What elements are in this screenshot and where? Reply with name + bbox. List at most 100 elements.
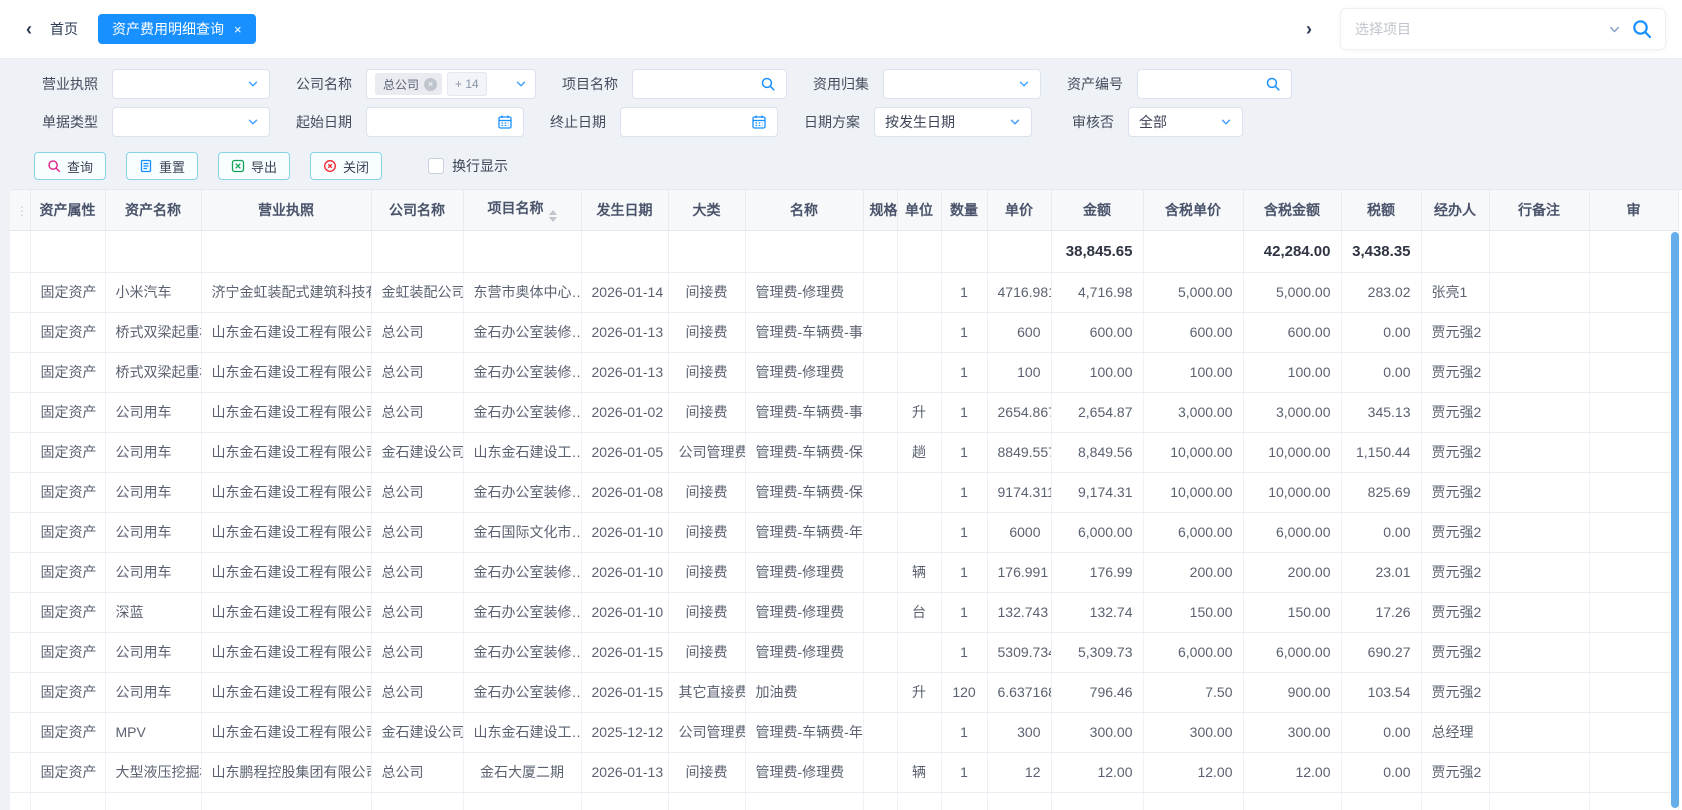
sort-icon[interactable] <box>549 210 557 222</box>
cell-资产名称: 公司用车 <box>105 672 201 712</box>
calendar-icon[interactable] <box>751 114 767 130</box>
cell-资产属性: 固定资产 <box>30 752 105 792</box>
asset-code-input[interactable] <box>1137 69 1292 99</box>
filter-end-date: 终止日期 <box>542 107 778 137</box>
reset-button[interactable]: 重置 <box>126 152 198 180</box>
cell-税额: 0.00 <box>1341 712 1421 752</box>
query-button[interactable]: 查询 <box>34 152 106 180</box>
cell-营业执照: 山东金石建设工程有限公司 <box>201 312 371 352</box>
row-handle-cell <box>10 672 30 712</box>
column-header-项目名称[interactable]: 项目名称 <box>463 190 581 230</box>
vertical-scrollbar[interactable] <box>1671 232 1679 808</box>
business-license-select[interactable] <box>112 69 270 99</box>
filter-label: 公司名称 <box>288 74 352 94</box>
cell-经办人: 贾元强2 <box>1421 512 1489 552</box>
cell-资产属性: 固定资产 <box>30 672 105 712</box>
cell-金额: 600.00 <box>1051 312 1143 352</box>
project-select-input[interactable] <box>1353 20 1598 38</box>
table-row[interactable]: 固定资产深蓝山东金石建设工程有限公司总公司金石办公室装修…2026-01-10间… <box>10 592 1678 632</box>
cell-行备注 <box>1489 552 1589 592</box>
cell-公司名称: 总公司 <box>371 472 463 512</box>
calendar-icon[interactable] <box>497 114 513 130</box>
cell-项目名称: 山东金石建设工… <box>463 712 581 752</box>
tab-close-icon[interactable]: × <box>234 23 242 36</box>
search-icon[interactable] <box>760 76 776 92</box>
expense-collection-select[interactable] <box>883 69 1041 99</box>
cell-大类: 其它直接费 <box>668 672 745 712</box>
row-handle-cell <box>10 632 30 672</box>
table-row[interactable]: 固定资产公司用车山东金石建设工程有限公司总公司金石办公室装修…2026-01-0… <box>10 472 1678 512</box>
cell-营业执照 <box>201 792 371 810</box>
close-button[interactable]: 关闭 <box>310 152 382 180</box>
cell-营业执照: 山东金石建设工程有限公司 <box>201 552 371 592</box>
cell-发生日期 <box>581 230 668 272</box>
cell-行备注 <box>1489 472 1589 512</box>
expense-table: ⋮⋮资产属性资产名称营业执照公司名称项目名称发生日期大类名称规格单位数量单价金额… <box>10 190 1679 810</box>
table-row[interactable]: 固定资产桥式双梁起重机山东金石建设工程有限公司总公司金石办公室装修…2026-0… <box>10 312 1678 352</box>
wrap-display-checkbox[interactable] <box>428 158 444 174</box>
project-name-input[interactable] <box>632 69 787 99</box>
close-button-label: 关闭 <box>343 157 369 176</box>
end-date-input[interactable] <box>620 107 778 137</box>
tab-scroll-left-icon[interactable]: ‹ <box>16 19 42 40</box>
column-header-规格: 规格 <box>863 190 897 230</box>
export-button[interactable]: 导出 <box>218 152 290 180</box>
cell-单价: 2654.867 <box>987 392 1051 432</box>
start-date-input[interactable] <box>366 107 524 137</box>
cell-资产属性: 固定资产 <box>30 312 105 352</box>
cell-单价: 600 <box>987 312 1051 352</box>
column-header-税额: 税额 <box>1341 190 1421 230</box>
search-icon[interactable] <box>1265 76 1281 92</box>
cell-规格 <box>863 472 897 512</box>
table-row[interactable]: 固定资产公司用车山东金石建设工程有限公司总公司金石国际文化市…2026-01-1… <box>10 512 1678 552</box>
cell-单价: 5309.734 <box>987 632 1051 672</box>
table-row[interactable]: 固定资产公司用车山东金石建设工程有限公司总公司金石办公室装修…2026-01-0… <box>10 392 1678 432</box>
table-row[interactable]: 固定资产MPV山东金石建设工程有限公司金石建设公司山东金石建设工…2025-12… <box>10 712 1678 752</box>
chevron-down-icon[interactable] <box>1608 23 1621 36</box>
doc-type-select[interactable] <box>112 107 270 137</box>
tab-home[interactable]: 首页 <box>50 19 78 39</box>
table-row[interactable]: 固定资产公司用车山东金石建设工程有限公司总公司金石办公室装修…2026-01-1… <box>10 632 1678 672</box>
cell-资产属性: 固定资产 <box>30 632 105 672</box>
cell-数量: 1 <box>941 392 987 432</box>
audit-status-select[interactable]: 全部 <box>1128 107 1243 137</box>
tab-scroll-right-icon[interactable]: › <box>1296 19 1322 40</box>
cell-金额: 100.00 <box>1051 352 1143 392</box>
cell-审 <box>1589 712 1678 752</box>
date-scheme-select[interactable]: 按发生日期 <box>874 107 1032 137</box>
cell-规格 <box>863 392 897 432</box>
company-name-multiselect[interactable]: 总公司 × + 14 <box>366 69 536 99</box>
cell-发生日期: 2025-12-12 <box>581 712 668 752</box>
table-row[interactable]: 固定资产公司用车山东金石建设工程有限公司总公司金石办公室装修…2026-01-1… <box>10 552 1678 592</box>
table-row[interactable]: 固定资产大型液压挖掘机山东鹏程控股集团有限公司总公司金石大厦二期2026-01-… <box>10 752 1678 792</box>
table-row[interactable]: 固定资产桥式双梁起重机山东金石建设工程有限公司总公司金石办公室装修…2026-0… <box>10 352 1678 392</box>
table-row[interactable]: 固定资产小米汽车济宁金虹装配式建筑科技有金虹装配公司东营市奥体中心…2026-0… <box>10 272 1678 312</box>
row-handle-cell <box>10 352 30 392</box>
cell-行备注 <box>1489 512 1589 552</box>
cell-大类: 公司管理费 <box>668 712 745 752</box>
cell-公司名称: 总公司 <box>371 592 463 632</box>
column-header-名称: 名称 <box>745 190 863 230</box>
table-row[interactable]: 固定资产公司用车山东金石建设工程有限公司金石建设公司山东金石建设工…2026-0… <box>10 432 1678 472</box>
drag-handle-icon[interactable]: ⋮⋮ <box>10 190 30 230</box>
row-handle-cell <box>10 312 30 352</box>
chevron-down-icon <box>247 78 259 90</box>
tag-close-icon[interactable]: × <box>424 78 437 91</box>
cell-单价: 300 <box>987 712 1051 752</box>
search-icon[interactable] <box>1631 18 1653 40</box>
close-circle-icon <box>323 159 337 173</box>
tab-asset-expense-query[interactable]: 资产费用明细查询 × <box>98 14 256 44</box>
cell-资产名称: 桥式双梁起重机 <box>105 312 201 352</box>
column-header-单价: 单价 <box>987 190 1051 230</box>
project-select[interactable] <box>1340 8 1666 50</box>
cell-经办人: 贾元强2 <box>1421 592 1489 632</box>
cell-发生日期: 2026-01-10 <box>581 592 668 632</box>
cell-经办人 <box>1421 230 1489 272</box>
cell-发生日期: 2026-01-05 <box>581 432 668 472</box>
cell-含税单价: 6,000.00 <box>1143 512 1243 552</box>
table-row-partial <box>10 792 1678 810</box>
cell-营业执照: 山东金石建设工程有限公司 <box>201 632 371 672</box>
search-icon <box>47 159 61 173</box>
table-row[interactable]: 固定资产公司用车山东金石建设工程有限公司总公司金石办公室装修…2026-01-1… <box>10 672 1678 712</box>
cell-单位 <box>897 632 941 672</box>
